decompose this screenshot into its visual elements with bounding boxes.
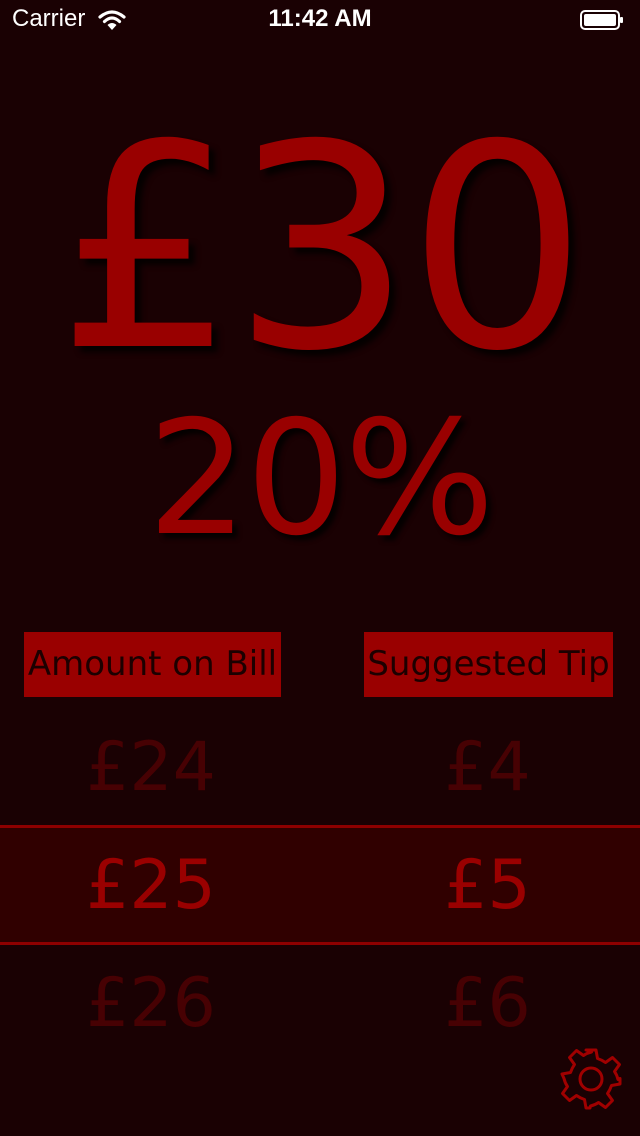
picker-row[interactable]: £24 £4: [0, 710, 640, 826]
picker-row-selected[interactable]: £25 £5: [0, 828, 640, 944]
suggested-tip-header: Suggested Tip: [364, 632, 613, 697]
bill-value[interactable]: £26: [0, 946, 302, 1062]
tip-value[interactable]: £5: [330, 828, 640, 944]
bill-value[interactable]: £24: [0, 710, 302, 826]
total-amount: £30: [56, 84, 587, 413]
bill-value[interactable]: £25: [0, 828, 302, 944]
gear-icon[interactable]: [558, 1046, 624, 1112]
tip-value[interactable]: £6: [330, 946, 640, 1062]
amount-picker[interactable]: £24 £4 £25 £5 £26 £6: [0, 710, 640, 1070]
status-time: 11:42 AM: [268, 5, 372, 32]
tip-percent: 20%: [147, 387, 494, 571]
picker-row[interactable]: £26 £6: [0, 946, 640, 1062]
amount-on-bill-header: Amount on Bill: [24, 632, 281, 697]
battery-icon: [580, 10, 623, 30]
status-bar: Carrier 11:42 AM: [0, 0, 640, 40]
tip-value[interactable]: £4: [330, 710, 640, 826]
